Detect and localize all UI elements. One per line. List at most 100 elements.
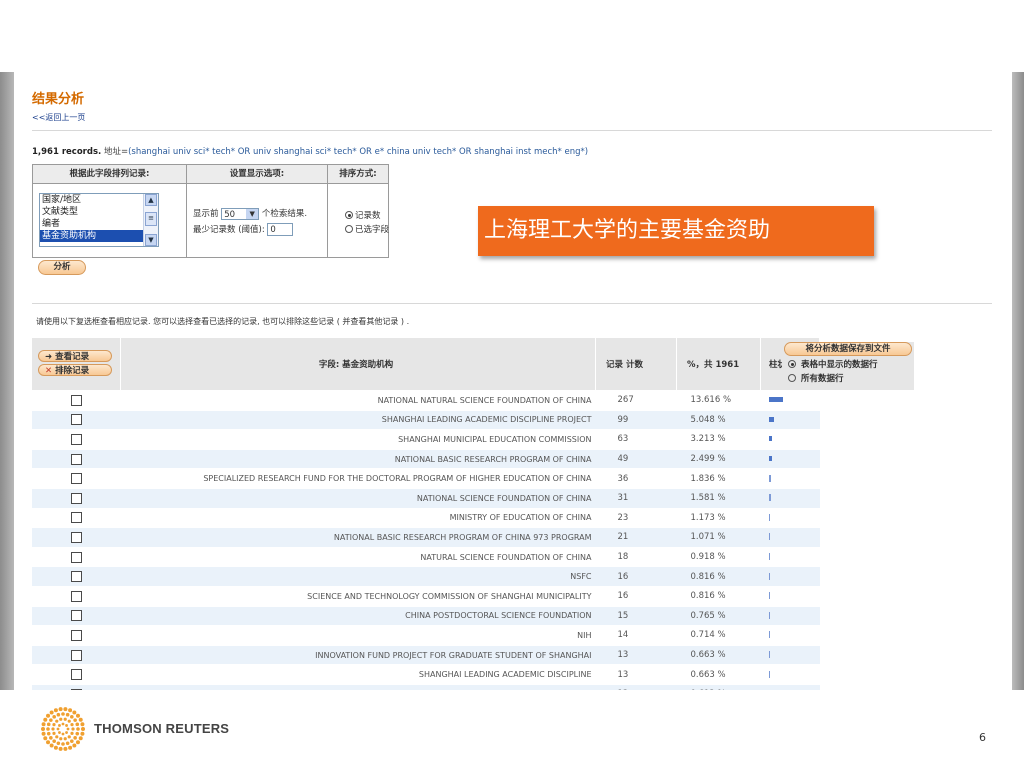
scroll-thumb[interactable]: ≡: [145, 212, 157, 226]
save-all-option[interactable]: 所有数据行: [788, 372, 843, 384]
analyze-button[interactable]: 分析: [38, 260, 86, 275]
funding-agency-cell: NATIONAL SCIENCE FOUNDATION OF CHINA: [120, 488, 596, 509]
min-records-label: 最少记录数 (阈值):: [193, 225, 265, 235]
logo-dot: [75, 740, 80, 745]
field-option[interactable]: 文献类型: [40, 206, 158, 218]
record-count-cell: 49: [595, 449, 677, 470]
save-displayed-label: 表格中显示的数据行: [800, 360, 878, 370]
record-count-cell: 15: [595, 606, 677, 627]
logo-dot: [78, 717, 83, 722]
radio-selected-icon[interactable]: [788, 360, 796, 368]
row-checkbox[interactable]: [70, 610, 82, 622]
row-checkbox[interactable]: [70, 571, 82, 583]
rank-field-listbox[interactable]: 国家/地区 文献类型 编者 基金资助机构 ▲ ≡ ▼: [39, 193, 159, 247]
records-summary: 1,961 records. 地址=(shanghai univ sci* te…: [32, 145, 588, 157]
sort-by-count-option[interactable]: 记录数: [345, 209, 381, 221]
share-bar: [768, 416, 774, 422]
row-checkbox[interactable]: [70, 629, 82, 641]
percent-cell: 13.616 %: [676, 390, 761, 411]
slide-frame-left: [0, 72, 14, 690]
instruction-text: 请使用以下复选框查看相应记录. 您可以选择查看已选择的记录, 也可以排除这些记录…: [36, 317, 410, 326]
logo-dot: [78, 736, 83, 741]
share-bar: [768, 611, 770, 619]
logo-dot: [63, 746, 68, 751]
exclude-records-button[interactable]: ✕ 排除记录: [38, 364, 112, 376]
row-checkbox[interactable]: [70, 531, 82, 543]
sort-by-field-option[interactable]: 已选字段: [345, 223, 389, 235]
record-count-cell: 36: [595, 468, 677, 489]
row-checkbox[interactable]: [70, 669, 82, 681]
row-checkbox[interactable]: [70, 414, 82, 426]
row-checkbox[interactable]: [70, 453, 82, 465]
row-checkbox[interactable]: [70, 688, 82, 690]
record-count-cell: 31: [595, 488, 677, 509]
radio-selected-icon[interactable]: [345, 211, 353, 219]
logo-dot: [52, 731, 56, 735]
checkbox-cell: [32, 488, 121, 509]
scroll-down-icon[interactable]: ▼: [145, 234, 157, 246]
field-option[interactable]: 国家/地区: [40, 194, 158, 206]
arrow-right-icon: ➜: [45, 352, 53, 362]
logo-dot: [43, 717, 48, 722]
percent-cell: 0.714 %: [676, 625, 761, 646]
row-checkbox[interactable]: [70, 394, 82, 406]
funding-agency-cell: SCIENCE AND TECHNOLOGY COMMISSION OF SHA…: [120, 586, 596, 607]
row-checkbox[interactable]: [70, 512, 82, 524]
view-records-button[interactable]: ➜ 查看记录: [38, 350, 112, 362]
funding-agency-cell: NATIONAL BASIC RESEARCH PROGRAM OF CHINA…: [120, 527, 596, 548]
table-row: NATIONAL NATURAL SCIENCE FOUNDATION OF C…: [32, 390, 916, 411]
percent-cell: 1.173 %: [676, 508, 761, 529]
bar-cell: [760, 606, 820, 627]
field-option[interactable]: 编者: [40, 218, 158, 230]
row-checkbox[interactable]: [70, 433, 82, 445]
save-to-file-button[interactable]: 将分析数据保存到文件: [784, 342, 912, 356]
empty-cell: [819, 645, 916, 666]
table-row: SPECIALIZED RESEARCH FUND FOR THE DOCTOR…: [32, 468, 916, 489]
logo-dot: [56, 712, 61, 717]
checkbox-cell: [32, 684, 121, 690]
listbox-scrollbar[interactable]: ▲ ≡ ▼: [143, 194, 158, 246]
row-checkbox[interactable]: [70, 649, 82, 661]
record-count-cell: 99: [595, 410, 677, 431]
scroll-up-icon[interactable]: ▲: [145, 194, 157, 206]
row-checkbox[interactable]: [70, 492, 82, 504]
logo-dot: [63, 717, 67, 721]
row-checkbox[interactable]: [70, 590, 82, 602]
funding-agency-cell: NATURAL SCIENCE FOUNDATION OF CHINA: [120, 547, 596, 568]
min-records-row: 最少记录数 (阈值): 0: [193, 223, 294, 236]
empty-cell: [819, 488, 916, 509]
logo-dot: [58, 724, 61, 727]
field-option-selected[interactable]: 基金资助机构: [40, 230, 145, 242]
show-count-select[interactable]: 50 ▼: [221, 207, 260, 220]
chevron-down-icon[interactable]: ▼: [246, 208, 259, 219]
logo-dot: [61, 722, 65, 726]
save-to-file-panel: 将分析数据保存到文件 表格中显示的数据行 所有数据行: [782, 342, 914, 390]
table-row: CHINA POSTDOCTORAL SCIENCE FOUNDATION 15 0…: [32, 606, 916, 627]
checkbox-cell: [32, 645, 121, 666]
row-checkbox[interactable]: [70, 551, 82, 563]
share-bar: [768, 592, 770, 600]
percent-cell: 2.499 %: [676, 449, 761, 470]
logo-dot: [75, 713, 80, 718]
save-displayed-option[interactable]: 表格中显示的数据行: [788, 358, 877, 370]
logo-dot: [63, 737, 67, 741]
radio-icon[interactable]: [788, 374, 796, 382]
empty-cell: [819, 684, 916, 690]
percent-column-header: %，共 1961: [676, 338, 761, 391]
show-top-row: 显示前 50 ▼ 个检索结果.: [193, 207, 307, 220]
logo-dot: [52, 715, 56, 719]
empty-cell: [819, 625, 916, 646]
show-prefix: 显示前: [193, 209, 219, 219]
back-link[interactable]: <<返回上一页: [32, 112, 85, 123]
min-records-input[interactable]: 0: [267, 223, 294, 236]
logo-dot: [80, 722, 85, 727]
checkbox-cell: [32, 390, 121, 411]
query-label: 地址=: [103, 147, 129, 157]
radio-icon[interactable]: [345, 225, 353, 233]
empty-cell: [819, 664, 916, 685]
logo-dot: [70, 723, 74, 727]
logo-dot: [41, 731, 46, 736]
share-bar: [768, 631, 770, 639]
row-checkbox[interactable]: [70, 473, 82, 485]
share-bar: [768, 474, 771, 482]
